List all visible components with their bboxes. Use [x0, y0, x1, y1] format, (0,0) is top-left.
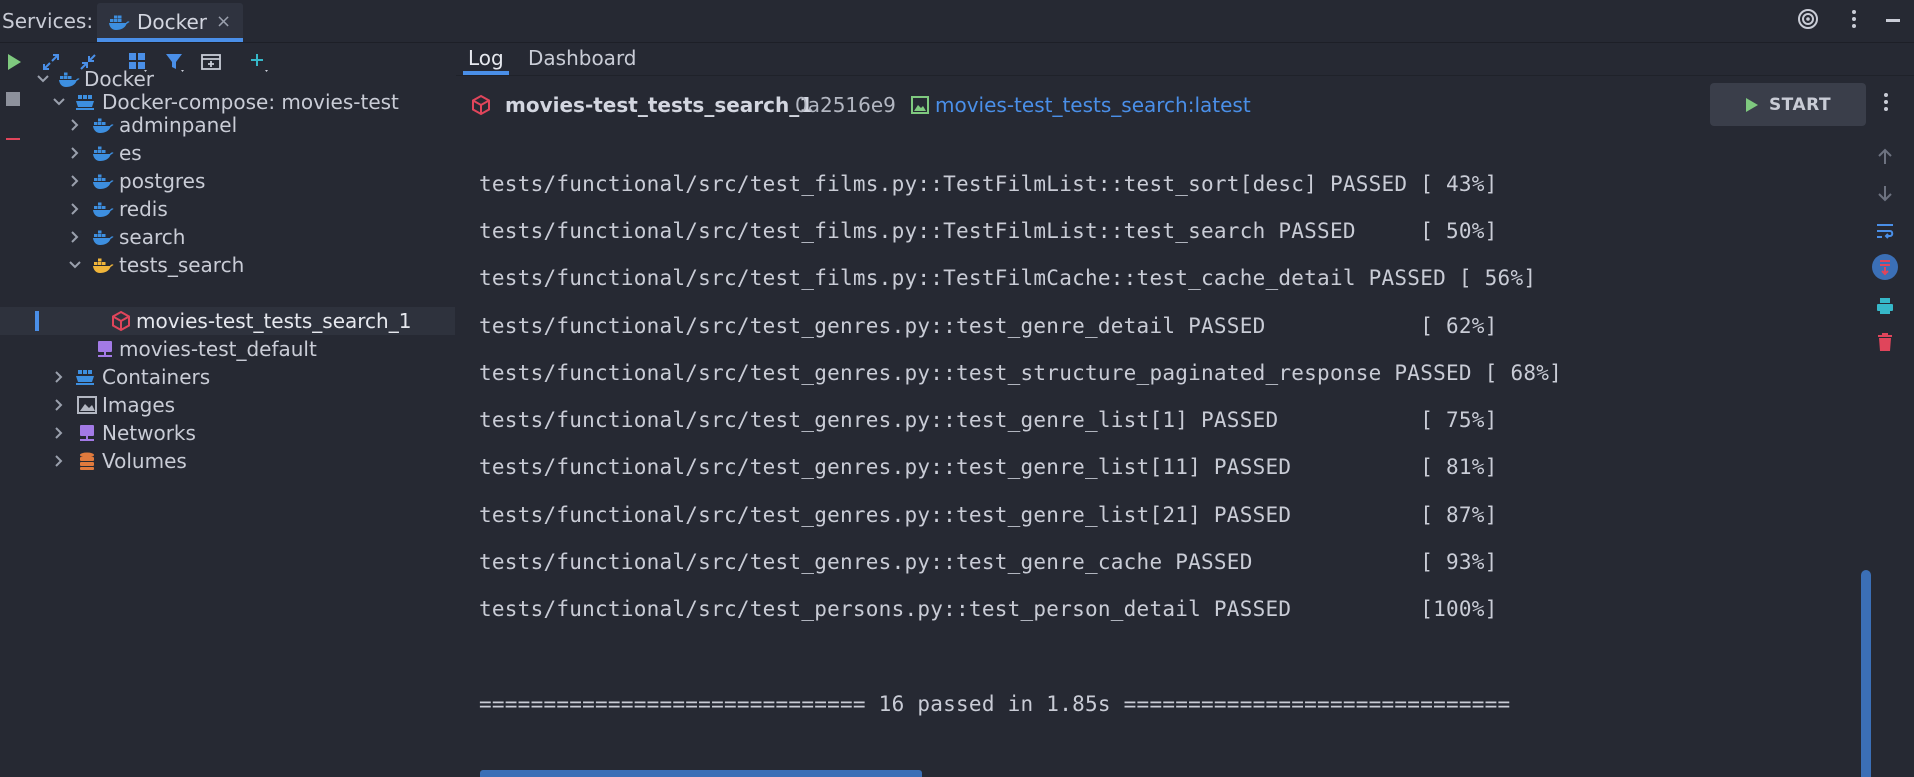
tree-label: Containers: [102, 365, 211, 389]
tree-node-images[interactable]: Images: [0, 391, 455, 419]
tree-label: Networks: [102, 421, 196, 445]
tab-docker-label: Docker: [137, 10, 208, 34]
containers-icon: [76, 370, 94, 385]
container-icon: [112, 310, 130, 332]
chevron-right-icon[interactable]: [68, 202, 82, 216]
more-options-icon[interactable]: [1849, 8, 1859, 35]
more-options-icon[interactable]: [1881, 91, 1891, 119]
chevron-down-icon[interactable]: [52, 95, 66, 109]
log-line: tests/functional/src/test_persons.py::te…: [479, 597, 1498, 621]
log-line: tests/functional/src/test_genres.py::tes…: [479, 503, 1498, 527]
scroll-up-icon[interactable]: [1871, 143, 1899, 171]
chevron-right-icon[interactable]: [68, 174, 82, 188]
tree-node-service[interactable]: postgres: [0, 167, 455, 195]
tree-node-networks[interactable]: Networks: [0, 419, 455, 447]
network-icon: [98, 341, 112, 357]
docker-service-icon: [93, 258, 114, 273]
scroll-to-end-icon[interactable]: [1871, 253, 1899, 281]
docker-service-icon: [93, 118, 114, 133]
chevron-right-icon[interactable]: [52, 454, 66, 468]
tree-node-service[interactable]: search: [0, 223, 455, 251]
chevron-down-icon[interactable]: [68, 258, 82, 272]
clear-log-icon[interactable]: [1871, 328, 1899, 356]
play-icon: [1745, 97, 1758, 112]
tree-label: Images: [102, 393, 176, 417]
tree-node-service[interactable]: es: [0, 139, 455, 167]
chevron-right-icon[interactable]: [68, 146, 82, 160]
image-icon: [77, 396, 97, 414]
start-button[interactable]: START: [1710, 83, 1866, 126]
chevron-right-icon[interactable]: [68, 118, 82, 132]
divider: [456, 75, 1914, 76]
vertical-scrollbar[interactable]: [1861, 570, 1871, 777]
minimize-icon[interactable]: [1886, 19, 1900, 22]
tree-label: adminpanel: [119, 113, 238, 137]
services-tree-panel: Docker Docker-compose: movies-test admin…: [0, 43, 455, 777]
tree-label: es: [119, 141, 142, 165]
image-link[interactable]: movies-test_tests_search:latest: [935, 93, 1251, 117]
networks-icon: [80, 425, 94, 441]
scroll-down-icon[interactable]: [1871, 179, 1899, 207]
target-icon[interactable]: [1797, 8, 1819, 35]
tree-label: movies-test_tests_search_1: [136, 309, 412, 333]
bottom-scrollbar[interactable]: [480, 770, 922, 777]
tree-node-tests-search[interactable]: tests_search: [0, 251, 455, 279]
log-line: tests/functional/src/test_films.py::Test…: [479, 266, 1537, 290]
log-line: tests/functional/src/test_genres.py::tes…: [479, 314, 1498, 338]
log-line: tests/functional/src/test_films.py::Test…: [479, 172, 1498, 196]
tab-active-indicator: [97, 38, 243, 42]
tree-label: postgres: [119, 169, 206, 193]
log-line: tests/functional/src/test_films.py::Test…: [479, 219, 1498, 243]
docker-service-icon: [93, 174, 114, 189]
log-panel: Log Dashboard movies-test_tests_search_1…: [456, 43, 1914, 777]
tab-log[interactable]: Log: [468, 46, 504, 70]
docker-icon: [108, 12, 130, 36]
close-icon[interactable]: ×: [216, 11, 231, 32]
tree-label: Volumes: [102, 449, 187, 473]
services-label: Services:: [2, 9, 94, 33]
print-icon[interactable]: [1871, 292, 1899, 320]
tab-docker[interactable]: Docker ×: [97, 3, 243, 41]
docker-service-icon: [93, 230, 114, 245]
image-icon: [911, 96, 929, 114]
volumes-icon: [80, 452, 94, 470]
log-summary: ============================== 16 passed…: [479, 692, 1511, 716]
chevron-right-icon[interactable]: [52, 398, 66, 412]
tree-node-container-selected[interactable]: movies-test_tests_search_1: [0, 307, 455, 335]
log-line: tests/functional/src/test_genres.py::tes…: [479, 455, 1498, 479]
log-line: tests/functional/src/test_genres.py::tes…: [479, 408, 1498, 432]
tree-node-service[interactable]: redis: [0, 195, 455, 223]
top-bar: Services: Docker ×: [0, 0, 1914, 43]
container-id: 0a2516e9: [795, 93, 896, 117]
tree-node-containers[interactable]: Containers: [0, 363, 455, 391]
docker-service-icon: [93, 202, 114, 217]
docker-icon: [59, 72, 80, 87]
start-label: START: [1768, 94, 1832, 115]
soft-wrap-icon[interactable]: [1871, 217, 1899, 245]
selection-marker: [35, 311, 39, 331]
tree-node-volumes[interactable]: Volumes: [0, 447, 455, 475]
container-name: movies-test_tests_search_1: [505, 93, 814, 117]
tree-label: movies-test_default: [119, 337, 317, 361]
tree-label: search: [119, 225, 186, 249]
tree-node-network[interactable]: movies-test_default: [0, 335, 455, 363]
container-icon: [472, 94, 490, 116]
chevron-right-icon[interactable]: [52, 426, 66, 440]
chevron-down-icon[interactable]: [36, 72, 50, 86]
tab-dashboard[interactable]: Dashboard: [528, 46, 637, 70]
docker-service-icon: [93, 146, 114, 161]
tree-label: tests_search: [119, 253, 245, 277]
chevron-right-icon[interactable]: [68, 230, 82, 244]
log-line: tests/functional/src/test_genres.py::tes…: [479, 550, 1498, 574]
tree-label: redis: [119, 197, 168, 221]
compose-icon: [76, 95, 94, 110]
chevron-right-icon[interactable]: [52, 370, 66, 384]
log-line: tests/functional/src/test_genres.py::tes…: [479, 361, 1563, 385]
tree-node-service[interactable]: adminpanel: [0, 111, 455, 139]
